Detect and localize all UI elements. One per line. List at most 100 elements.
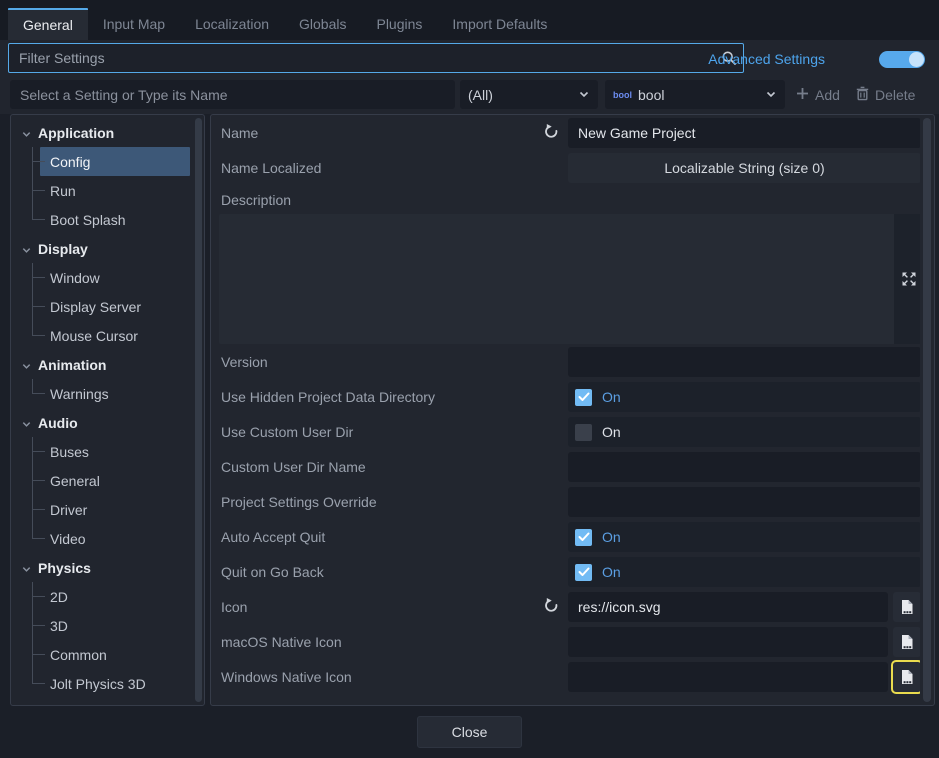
tree-connector-line	[32, 191, 33, 206]
tree-item-buses[interactable]: Buses	[14, 437, 192, 466]
category-value: (All)	[468, 87, 493, 103]
auto-accept-quit-checkbox[interactable]	[575, 529, 592, 546]
tab-bar: GeneralInput MapLocalizationGlobalsPlugi…	[8, 8, 562, 40]
load-file-icon[interactable]	[893, 592, 920, 622]
tree-section-display[interactable]: Display	[14, 234, 192, 263]
tree-connector-line	[32, 452, 33, 467]
tab-globals[interactable]: Globals	[284, 8, 361, 40]
name-input[interactable]: New Game Project	[568, 118, 920, 148]
close-button[interactable]: Close	[417, 716, 522, 748]
property-label: Project Settings Override	[221, 487, 377, 517]
tree-connector-line	[32, 205, 45, 220]
property-row-version: Version	[211, 347, 920, 377]
chevron-down-icon[interactable]	[21, 562, 32, 578]
tree-connector-line	[32, 263, 45, 278]
project-settings-override-input[interactable]	[568, 487, 920, 517]
revert-icon[interactable]	[541, 597, 561, 617]
version-input[interactable]	[568, 347, 920, 377]
use-hidden-project-data-directory-checkbox[interactable]	[575, 389, 592, 406]
setting-name-box[interactable]	[10, 80, 455, 109]
tree-item-display-server[interactable]: Display Server	[14, 292, 192, 321]
tree-connector-line	[32, 147, 45, 162]
tree-connector-line	[32, 176, 45, 191]
tab-input-map[interactable]: Input Map	[88, 8, 180, 40]
tree-section-physics[interactable]: Physics	[14, 553, 192, 582]
advanced-settings-toggle[interactable]	[879, 51, 925, 68]
tree-connector-line	[32, 466, 45, 481]
tree-item-3d[interactable]: 3D	[14, 611, 192, 640]
tree-item-label: General	[50, 473, 100, 489]
tab-general[interactable]: General	[8, 8, 88, 40]
property-label: Custom User Dir Name	[221, 452, 366, 482]
tree-item-label: Animation	[38, 357, 106, 373]
chevron-down-icon[interactable]	[21, 417, 32, 433]
tree-item-label: Config	[50, 154, 90, 170]
tree-item-label: Driver	[50, 502, 87, 518]
tree-item-video[interactable]: Video	[14, 524, 192, 553]
property-row-name-localized: Name LocalizedLocalizable String (size 0…	[211, 153, 920, 183]
type-dropdown[interactable]: bool bool	[605, 80, 785, 109]
property-row-description: Description	[211, 188, 920, 212]
tree-item-warnings[interactable]: Warnings	[14, 379, 192, 408]
tree-section-audio[interactable]: Audio	[14, 408, 192, 437]
tree-item-mouse-cursor[interactable]: Mouse Cursor	[14, 321, 192, 350]
category-dropdown[interactable]: (All)	[460, 80, 598, 109]
load-file-icon[interactable]	[893, 627, 920, 657]
chevron-down-icon[interactable]	[21, 243, 32, 259]
tree-item-label: Boot Splash	[50, 212, 126, 228]
checkbox-state-label: On	[602, 424, 621, 440]
description-textarea[interactable]	[219, 214, 894, 344]
dialog-footer: Close	[0, 706, 939, 758]
filter-row: Advanced Settings	[0, 40, 939, 78]
property-label: Quit on Go Back	[221, 557, 324, 587]
filter-settings-searchbox[interactable]	[8, 43, 744, 73]
use-custom-user-dir-checkbox[interactable]	[575, 424, 592, 441]
tree-item-label: Run	[50, 183, 76, 199]
property-label: Use Custom User Dir	[221, 417, 353, 447]
macos-native-icon-input[interactable]	[568, 627, 888, 657]
load-file-icon[interactable]	[893, 662, 920, 692]
quit-on-go-back-checkbox[interactable]	[575, 564, 592, 581]
tree-item-general[interactable]: General	[14, 466, 192, 495]
tree-item-config[interactable]: Config	[14, 147, 192, 176]
setting-name-input[interactable]	[10, 87, 455, 103]
windows-native-icon-input[interactable]	[568, 662, 888, 692]
expand-icon[interactable]	[898, 268, 920, 290]
tree-item-window[interactable]: Window	[14, 263, 192, 292]
tree-section-animation[interactable]: Animation	[14, 350, 192, 379]
tree-item-label: Window	[50, 270, 100, 286]
tree-connector-line	[32, 582, 45, 597]
tree-item-run[interactable]: Run	[14, 176, 192, 205]
tab-strip: GeneralInput MapLocalizationGlobalsPlugi…	[0, 0, 939, 40]
tree-section-application[interactable]: Application	[14, 118, 192, 147]
tab-import-defaults[interactable]: Import Defaults	[437, 8, 562, 40]
delete-button[interactable]: Delete	[855, 80, 915, 109]
delete-button-label: Delete	[875, 87, 915, 103]
tree-item-common[interactable]: Common	[14, 640, 192, 669]
tree-item-jolt-physics-3d[interactable]: Jolt Physics 3D	[14, 669, 192, 698]
tree-connector-line	[32, 495, 45, 510]
tree-connector-line	[32, 321, 45, 336]
chevron-down-icon[interactable]	[21, 127, 32, 143]
chevron-down-icon	[578, 87, 590, 103]
icon-input[interactable]: res://icon.svg	[568, 592, 888, 622]
revert-icon[interactable]	[541, 123, 561, 143]
property-label: Version	[221, 347, 268, 377]
property-row-project-settings-override: Project Settings Override	[211, 487, 920, 517]
tree-item-2d[interactable]: 2D	[14, 582, 192, 611]
name-localized-button[interactable]: Localizable String (size 0)	[568, 153, 920, 183]
type-value: bool	[638, 87, 664, 103]
filter-settings-input[interactable]	[9, 50, 715, 66]
sidebar-scrollbar[interactable]	[195, 118, 202, 702]
add-button[interactable]: Add	[795, 80, 840, 109]
tab-localization[interactable]: Localization	[180, 8, 284, 40]
tree-item-boot-splash[interactable]: Boot Splash	[14, 205, 192, 234]
tab-plugins[interactable]: Plugins	[361, 8, 437, 40]
tree-item-label: Warnings	[50, 386, 109, 402]
property-label: Icon	[221, 592, 247, 622]
chevron-down-icon[interactable]	[21, 359, 32, 375]
tree-item-driver[interactable]: Driver	[14, 495, 192, 524]
custom-user-dir-name-input[interactable]	[568, 452, 920, 482]
properties-scrollbar[interactable]	[923, 118, 931, 702]
tree-item-label: 3D	[50, 618, 68, 634]
